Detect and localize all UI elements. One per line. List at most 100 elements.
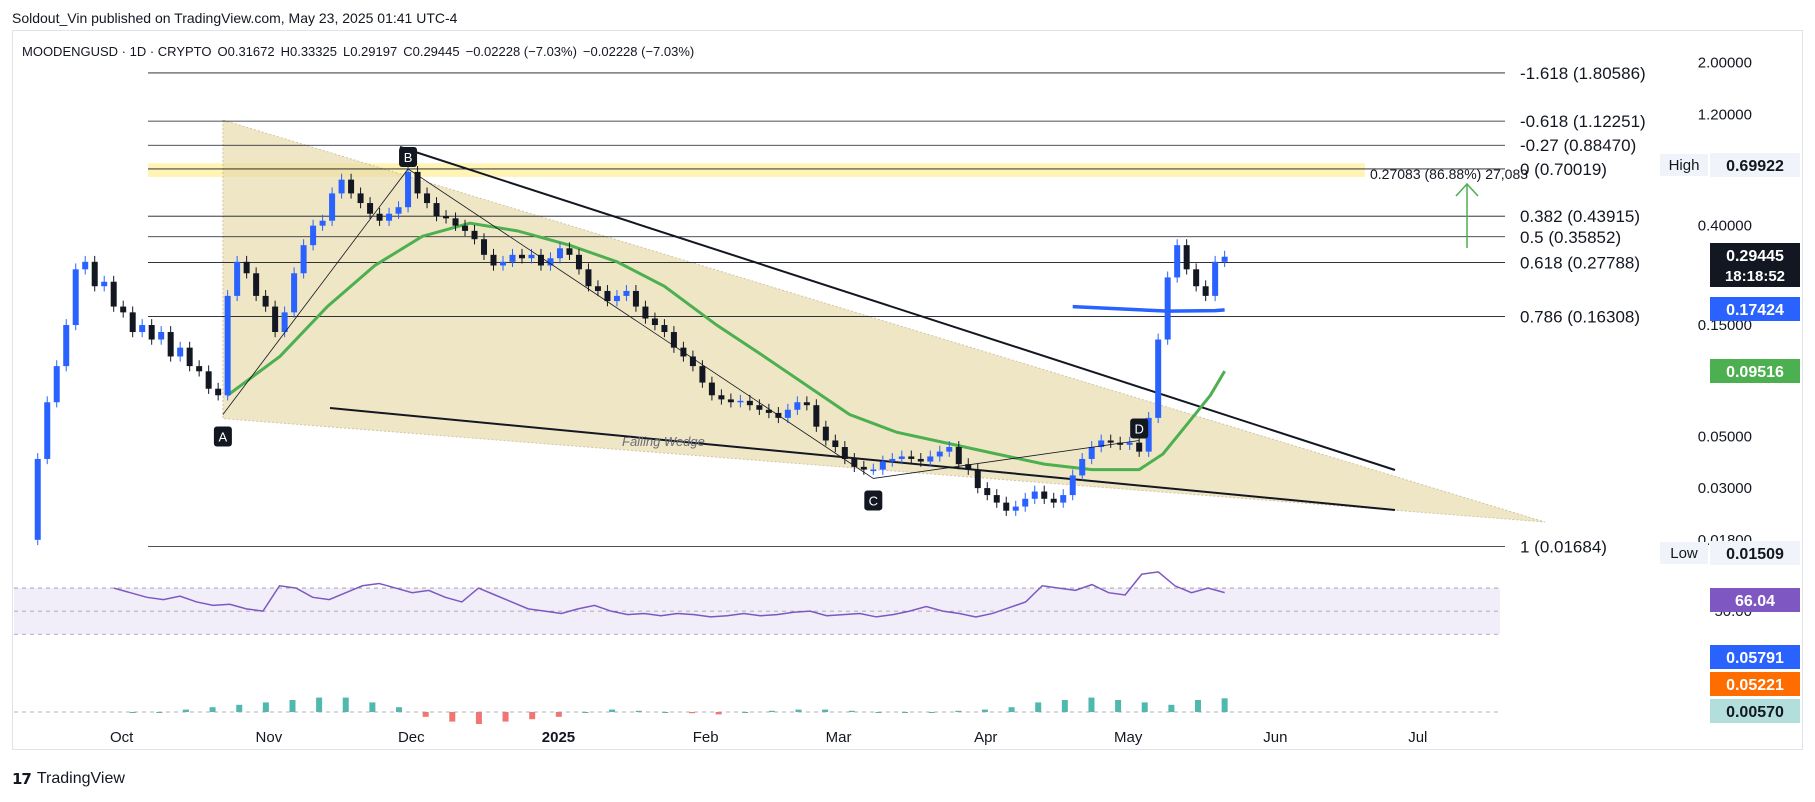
macd-histogram-bar <box>1035 702 1042 712</box>
candle-body <box>566 248 573 255</box>
candle-body <box>481 239 488 255</box>
candle-body <box>794 402 801 410</box>
candle-body <box>205 371 212 389</box>
target-label: 0.27083 (86.88%) 27,083 <box>1370 166 1528 182</box>
pattern-point-label: B <box>404 150 413 165</box>
candle-body <box>1164 277 1171 340</box>
ema-blue-badge-value: 0.17424 <box>1726 302 1784 319</box>
fib-level-label: 1 (0.01684) <box>1520 538 1607 557</box>
macd-histogram-bar <box>1088 697 1095 712</box>
candle-body <box>300 245 307 274</box>
candle-body <box>955 447 962 465</box>
candle-body <box>1060 495 1067 503</box>
macd-badge-value: 0.05791 <box>1726 650 1784 667</box>
candle-body <box>44 402 51 459</box>
x-axis-tick-label: Mar <box>826 729 852 746</box>
candle-body <box>196 366 203 372</box>
candle-body <box>110 281 117 307</box>
candle-body <box>281 312 288 333</box>
candle-body <box>471 230 478 240</box>
y-axis-tick-label: 2.00000 <box>1698 55 1752 72</box>
candle-body <box>556 248 563 259</box>
candle-body <box>1183 245 1190 270</box>
candle-body <box>651 318 658 326</box>
candle-body <box>813 405 820 427</box>
macd-histogram-bar <box>289 700 296 712</box>
fib-level-label: 0.618 (0.27788) <box>1520 254 1640 273</box>
candle-body <box>699 366 706 383</box>
candle-body <box>984 488 991 496</box>
low-badge-value: 0.01509 <box>1726 546 1784 563</box>
candle-body <box>405 171 412 208</box>
macd-histogram-bar <box>396 707 403 712</box>
fib-level-label: 0.5 (0.35852) <box>1520 228 1621 247</box>
candle-body <box>167 332 174 357</box>
candle-body <box>613 295 620 302</box>
candle-body <box>1126 442 1133 445</box>
low-badge-tag-text: Low <box>1670 545 1698 562</box>
macd-histogram-bar <box>236 704 243 712</box>
candle-body <box>310 225 317 246</box>
footer-brand[interactable]: 𝟭𝟳 TradingView <box>12 770 125 788</box>
candle-body <box>291 273 298 313</box>
x-axis-tick-label: May <box>1114 729 1143 746</box>
macd-histogram-bar <box>262 702 269 712</box>
candle-body <box>63 325 70 367</box>
candle-body <box>756 405 763 410</box>
candle-body <box>253 273 260 296</box>
candle-body <box>518 254 525 259</box>
candle-body <box>338 179 345 194</box>
candle-body <box>158 332 165 340</box>
candle-body <box>319 220 326 226</box>
macd-histogram-bar <box>475 712 482 724</box>
y-axis-tick-label: 0.40000 <box>1698 218 1752 235</box>
candle-body <box>262 295 269 307</box>
macd-histogram-bar <box>1115 700 1122 712</box>
candle-body <box>737 400 744 403</box>
candle-body <box>452 218 459 226</box>
fib-level-label: 0.382 (0.43915) <box>1520 207 1640 226</box>
candle-body <box>1136 442 1143 452</box>
candle-body <box>148 325 155 340</box>
candle-body <box>101 281 108 287</box>
candle-body <box>974 469 981 489</box>
candle-body <box>1069 475 1076 496</box>
macd-histogram-bar <box>316 697 323 712</box>
candle-body <box>908 456 915 459</box>
y-axis-tick-label: 1.20000 <box>1698 106 1752 123</box>
rsi-band <box>14 588 1500 635</box>
wedge-label: Falling Wedge <box>622 434 705 449</box>
high-badge-tag-text: High <box>1669 157 1700 174</box>
macd-histogram-bar <box>342 697 349 712</box>
candle-body <box>462 225 469 231</box>
candle-body <box>272 306 279 333</box>
candle-body <box>243 261 250 274</box>
candle-body <box>91 261 98 287</box>
candle-body <box>215 388 222 396</box>
x-axis-tick-label: Oct <box>110 729 134 746</box>
macd-histogram-bar <box>422 712 429 717</box>
candle-body <box>129 312 136 333</box>
ema-blue-line <box>1072 304 1225 313</box>
candle-body <box>832 440 839 448</box>
y-axis-tick-label: 0.05000 <box>1698 428 1752 445</box>
pattern-point-label: D <box>1134 421 1143 436</box>
candle-body <box>803 402 810 406</box>
candle-body <box>424 193 431 204</box>
candle-body <box>879 461 886 470</box>
y-axis-tick-label: 0.03000 <box>1698 480 1752 497</box>
x-axis-tick-label: Dec <box>398 729 425 746</box>
candle-body <box>632 290 639 307</box>
macd-histogram-bar <box>369 702 376 712</box>
fib-level-label: -0.618 (1.12251) <box>1520 112 1646 131</box>
candle-body <box>1107 440 1114 443</box>
fib-level-label: -0.27 (0.88470) <box>1520 136 1636 155</box>
candle-body <box>1193 269 1200 287</box>
candle-body <box>917 458 924 462</box>
candle-body <box>727 399 734 403</box>
macd-histogram-bar <box>529 712 536 720</box>
chart-canvas[interactable]: Falling Wedge -1.618 (1.80586) -0.618 (1.… <box>0 0 1815 760</box>
macd-histogram-bar <box>1168 704 1175 712</box>
candle-body <box>443 216 450 219</box>
x-axis-tick-label: 2025 <box>542 729 575 746</box>
